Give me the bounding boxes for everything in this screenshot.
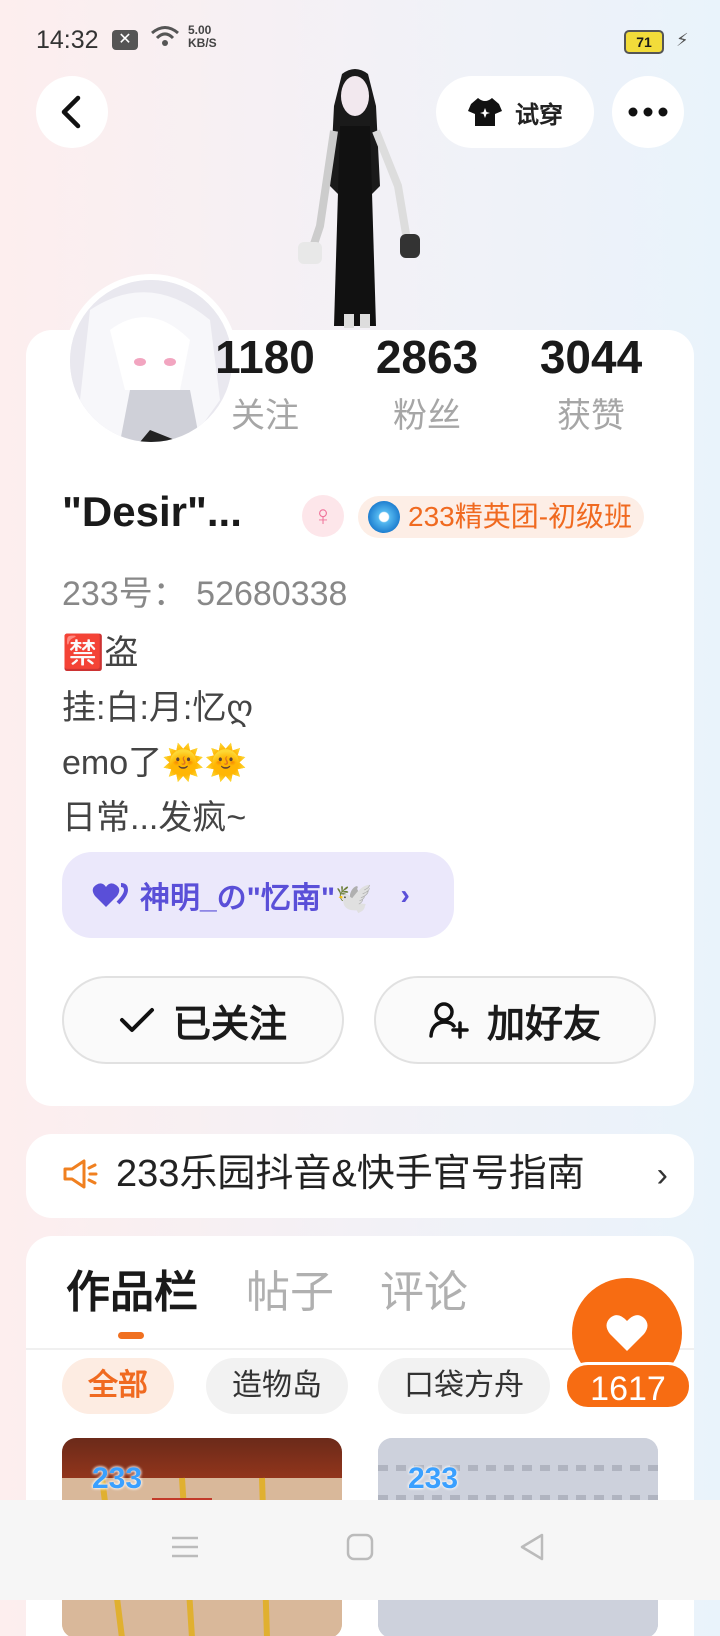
filter-creation-island[interactable]: 造物岛 xyxy=(206,1358,348,1414)
net-speed: 5.00 KB/S xyxy=(188,23,217,50)
megaphone-icon xyxy=(63,1159,98,1189)
notice-banner[interactable]: 233乐园抖音&快手官号指南 › xyxy=(26,1134,694,1218)
menu-icon[interactable] xyxy=(170,1532,200,1562)
work-logo: 233 xyxy=(408,1462,459,1495)
guild-link[interactable]: 神明_の"忆南"🕊️ › xyxy=(62,852,454,938)
filter-all[interactable]: 全部 xyxy=(62,1358,174,1414)
gender-female-icon: ♀ xyxy=(302,495,344,537)
user-id: 233号： 52680338 xyxy=(62,575,348,613)
stat-likes-value: 3044 xyxy=(539,331,643,383)
tab-posts[interactable]: 帖子 xyxy=(246,1256,334,1320)
stat-likes-label: 获赞 xyxy=(557,397,625,435)
avatar-3d-character[interactable] xyxy=(290,66,420,328)
bio-line: emo了🌞🌞 xyxy=(62,744,247,782)
stat-fans-label: 粉丝 xyxy=(393,397,461,435)
add-user-icon xyxy=(429,1002,469,1039)
tab-comments[interactable]: 评论 xyxy=(380,1256,468,1320)
try-on-button[interactable]: 试穿 xyxy=(436,76,594,148)
hearts-icon xyxy=(92,883,129,907)
stat-following-value: 1180 xyxy=(215,331,315,383)
following-label: 已关注 xyxy=(172,1003,287,1046)
notification-icon: ✕ xyxy=(112,30,138,50)
stat-following-label: 关注 xyxy=(231,397,299,435)
status-time: 14:32 xyxy=(36,26,99,54)
add-friend-button[interactable]: 加好友 xyxy=(374,976,656,1064)
chevron-right-icon: › xyxy=(656,1156,668,1194)
back-arrow-icon xyxy=(61,95,81,129)
profile-bio: 🈲盗 挂:白:月:忆ღ emo了🌞🌞 日常...发疯~ xyxy=(62,626,253,846)
stat-fans-value: 2863 xyxy=(375,331,479,383)
work-logo: 233 xyxy=(92,1462,143,1495)
home-icon[interactable] xyxy=(346,1532,374,1562)
check-icon xyxy=(119,1008,154,1032)
more-button[interactable] xyxy=(612,76,684,148)
back-triangle-icon[interactable] xyxy=(518,1532,546,1562)
more-dots-icon xyxy=(628,107,668,117)
stat-likes[interactable]: 3044 获赞 xyxy=(516,330,666,437)
tab-works[interactable]: 作品栏 xyxy=(66,1256,198,1320)
profile-name: "Desir"... xyxy=(62,488,242,535)
heart-icon xyxy=(606,1315,648,1351)
battery-indicator: 71 xyxy=(624,30,664,54)
chevron-right-icon: › xyxy=(400,879,410,910)
bio-line: 挂:白:月:忆ღ xyxy=(62,689,254,727)
following-button[interactable]: 已关注 xyxy=(62,976,344,1064)
tshirt-icon xyxy=(468,98,502,126)
bio-line: 日常...发疯~ xyxy=(62,799,247,837)
like-count: 1617 xyxy=(564,1362,692,1410)
notice-text: 233乐园抖音&快手官号指南 xyxy=(116,1153,585,1195)
back-button[interactable] xyxy=(36,76,108,148)
filter-pocket-ark[interactable]: 口袋方舟 xyxy=(378,1358,550,1414)
wifi-icon xyxy=(151,26,179,46)
rank-badge[interactable]: 233精英团-初级班 xyxy=(358,496,645,538)
stat-fans[interactable]: 2863 粉丝 xyxy=(352,330,502,437)
try-on-label: 试穿 xyxy=(515,101,563,129)
stat-following[interactable]: 1180 关注 xyxy=(190,330,340,437)
bio-line: 🈲盗 xyxy=(62,634,139,672)
guild-name: 神明_の"忆南"🕊️ xyxy=(140,882,373,915)
active-tab-indicator xyxy=(118,1332,144,1339)
add-friend-label: 加好友 xyxy=(486,1003,601,1046)
system-nav-bar xyxy=(0,1500,720,1600)
rank-badge-label: 233精英团-初级班 xyxy=(408,501,633,532)
rank-medal-icon xyxy=(368,501,400,533)
charging-icon: ⚡ xyxy=(676,30,689,50)
